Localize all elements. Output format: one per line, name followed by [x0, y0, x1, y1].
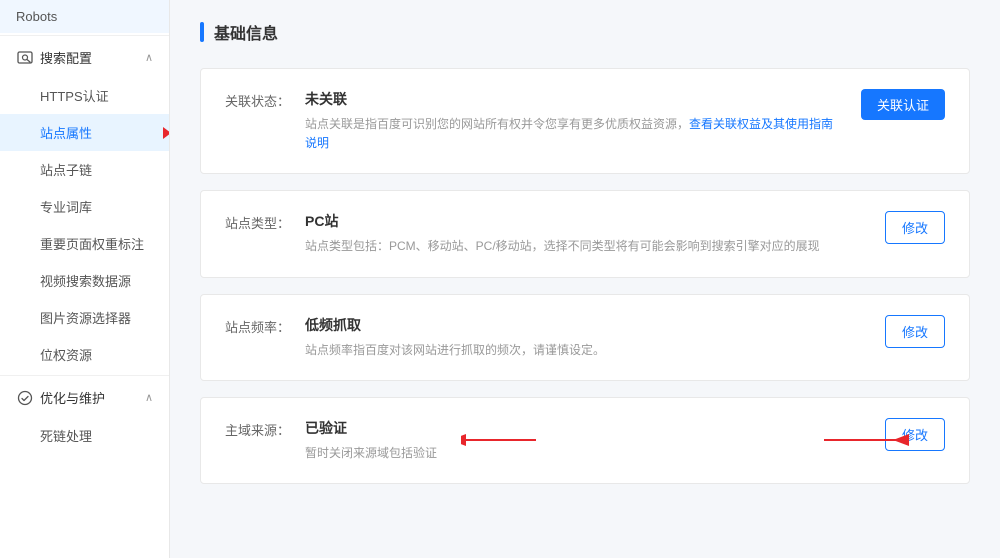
row3-title: 低频抓取 — [305, 315, 865, 335]
row3-label: 站点频率： — [225, 315, 305, 336]
row3-desc: 站点频率指百度对该网站进行抓取的频次，请谨慎设定。 — [305, 341, 865, 360]
sidebar-item-weight-res[interactable]: 位权资源 — [0, 336, 169, 373]
row4-label: 主域来源： — [225, 418, 305, 439]
sidebar-item-vocab[interactable]: 专业词库 — [0, 188, 169, 225]
row2-content: PC站 站点类型包括：PCM、移动站、PC/移动站，选择不同类型将有可能会影响到… — [305, 211, 865, 256]
row1-content: 未关联 站点关联是指百度可识别您的网站所有权并令您享有更多优质权益资源，查看关联… — [305, 89, 841, 153]
red-arrow-right-decoration — [819, 425, 919, 455]
section2-label: 优化与维护 — [40, 388, 105, 407]
row2-label: 站点类型： — [225, 211, 305, 232]
row4-content: 已验证 暂时关闭来源域包括验证 — [305, 418, 865, 463]
row2-title: PC站 — [305, 211, 865, 231]
section1-label: 搜索配置 — [40, 48, 92, 67]
row1-title: 未关联 — [305, 89, 841, 109]
row4-title: 已验证 — [305, 418, 865, 438]
search-config-icon — [16, 49, 34, 67]
section1-items: HTTPS认证 站点属性 站点子链 专业词库 重要页面权重标注 视频搜索数据源 … — [0, 77, 169, 373]
sidebar-item-page-weight[interactable]: 重要页面权重标注 — [0, 225, 169, 262]
section2-items: 死链处理 — [0, 417, 169, 454]
sidebar-section-search-config[interactable]: 搜索配置 ∧ — [0, 38, 169, 77]
main-content: 基础信息 关联状态： 未关联 站点关联是指百度可识别您的网站所有权并令您享有更多… — [170, 0, 1000, 558]
sidebar-item-deadlinks[interactable]: 死链处理 — [0, 417, 169, 454]
section-title-area: 基础信息 — [200, 20, 970, 44]
row1-link[interactable]: 查看关联权益及其使用指南说明 — [305, 117, 833, 150]
row1-label: 关联状态： — [225, 89, 305, 110]
row-site-frequency: 站点频率： 低频抓取 站点频率指百度对该网站进行抓取的频次，请谨慎设定。 修改 — [200, 294, 970, 381]
row-association: 关联状态： 未关联 站点关联是指百度可识别您的网站所有权并令您享有更多优质权益资… — [200, 68, 970, 174]
row1-action: 关联认证 — [861, 89, 945, 120]
association-button[interactable]: 关联认证 — [861, 89, 945, 120]
frequency-edit-button[interactable]: 修改 — [885, 315, 945, 348]
sidebar-item-robots[interactable]: Robots — [0, 0, 169, 33]
sidebar-item-site-props[interactable]: 站点属性 — [0, 114, 169, 151]
sidebar-item-image[interactable]: 图片资源选择器 — [0, 299, 169, 336]
section1-chevron: ∧ — [145, 51, 153, 64]
row3-content: 低频抓取 站点频率指百度对该网站进行抓取的频次，请谨慎设定。 — [305, 315, 865, 360]
row2-action: 修改 — [885, 211, 945, 244]
optimize-icon — [16, 389, 34, 407]
sidebar-item-https[interactable]: HTTPS认证 — [0, 77, 169, 114]
sidebar: Robots 搜索配置 ∧ HTTPS认证 站点属性 站点子链 专业词库 — [0, 0, 170, 558]
row4-desc: 暂时关闭来源域包括验证 — [305, 444, 865, 463]
row3-action: 修改 — [885, 315, 945, 348]
row-main-domain: 主域来源： 已验证 暂时关闭来源域包括验证 修改 — [200, 397, 970, 484]
title-bar-decoration — [200, 22, 204, 42]
row1-desc: 站点关联是指百度可识别您的网站所有权并令您享有更多优质权益资源，查看关联权益及其… — [305, 115, 841, 153]
sidebar-item-video[interactable]: 视频搜索数据源 — [0, 262, 169, 299]
sidebar-robots-label: Robots — [16, 9, 57, 24]
sidebar-section-optimize[interactable]: 优化与维护 ∧ — [0, 378, 169, 417]
sidebar-item-sublinks[interactable]: 站点子链 — [0, 151, 169, 188]
page-title: 基础信息 — [214, 20, 278, 44]
red-arrow-left-decoration — [461, 425, 541, 455]
row2-desc: 站点类型包括：PCM、移动站、PC/移动站，选择不同类型将有可能会影响到搜索引擎… — [305, 237, 865, 256]
site-type-edit-button[interactable]: 修改 — [885, 211, 945, 244]
section2-chevron: ∧ — [145, 391, 153, 404]
row-site-type: 站点类型： PC站 站点类型包括：PCM、移动站、PC/移动站，选择不同类型将有… — [200, 190, 970, 277]
